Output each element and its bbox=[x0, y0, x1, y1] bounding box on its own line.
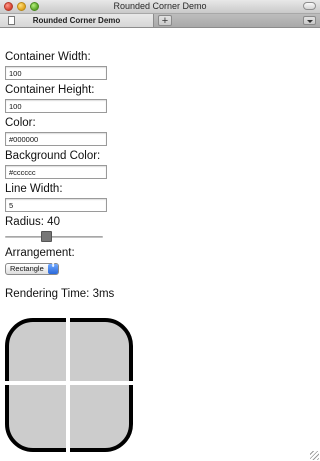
new-tab-button[interactable]: + bbox=[158, 15, 172, 27]
color-label: Color: bbox=[5, 117, 36, 129]
resize-grip-icon[interactable] bbox=[310, 451, 319, 460]
tab-label: Rounded Corner Demo bbox=[32, 16, 121, 25]
container-height-input[interactable] bbox=[5, 99, 107, 113]
background-color-input[interactable] bbox=[5, 165, 107, 179]
arrangement-select[interactable]: Rectangle ⬍ bbox=[5, 263, 59, 275]
slider-thumb[interactable] bbox=[41, 231, 53, 242]
container-height-label: Container Height: bbox=[5, 84, 95, 96]
arrangement-label: Arrangement: bbox=[5, 247, 75, 259]
background-color-label: Background Color: bbox=[5, 150, 101, 162]
rendering-time-text: Rendering Time: 3ms bbox=[5, 288, 115, 300]
color-input[interactable] bbox=[5, 132, 107, 146]
arrangement-selected-value: Rectangle bbox=[10, 264, 44, 273]
container-width-input[interactable] bbox=[5, 66, 107, 80]
radius-label: Radius: 40 bbox=[5, 216, 60, 228]
slider-track bbox=[5, 236, 103, 238]
rounded-rectangle-preview bbox=[5, 318, 133, 452]
select-arrows-icon: ⬍ bbox=[48, 263, 58, 274]
line-width-input[interactable] bbox=[5, 198, 107, 212]
preview-canvas bbox=[5, 318, 133, 452]
window-titlebar: Rounded Corner Demo bbox=[0, 0, 320, 14]
tab-list-menu-button[interactable] bbox=[303, 16, 316, 25]
toolbar-toggle-button[interactable] bbox=[303, 2, 316, 10]
tab-bar: Rounded Corner Demo + bbox=[0, 14, 320, 28]
window-title: Rounded Corner Demo bbox=[113, 1, 207, 11]
radius-slider[interactable] bbox=[5, 231, 103, 243]
line-width-label: Line Width: bbox=[5, 183, 63, 195]
preview-horizontal-divider bbox=[5, 381, 133, 385]
container-width-label: Container Width: bbox=[5, 51, 91, 63]
demo-form: Container Width: Container Height: Color… bbox=[5, 50, 315, 301]
tab-rounded-corner-demo[interactable]: Rounded Corner Demo bbox=[0, 14, 154, 27]
